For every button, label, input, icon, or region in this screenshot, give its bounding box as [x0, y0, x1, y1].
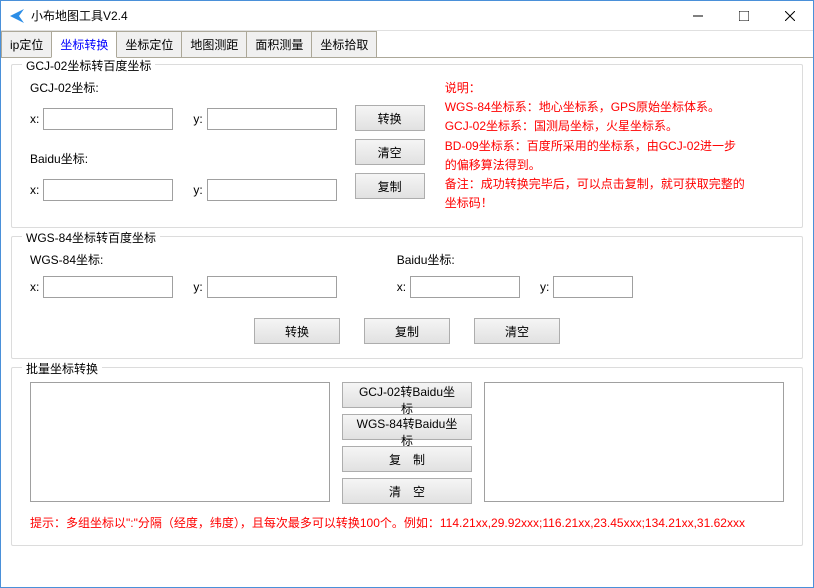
explain-note: 备注：成功转换完毕后，可以点击复制，就可获取完整的坐标码！ — [445, 175, 745, 213]
g1-copy-button[interactable]: 复制 — [355, 173, 425, 199]
g2-clear-button[interactable]: 清空 — [474, 318, 560, 344]
explain-wgs: WGS-84坐标系：地心坐标系，GPS原始坐标体系。 — [445, 98, 745, 117]
group-wgs-to-baidu: WGS-84坐标转百度坐标 WGS-84坐标: x: y: Baidu坐标: — [11, 236, 803, 359]
g2-convert-button[interactable]: 转换 — [254, 318, 340, 344]
group-gcj-to-baidu: GCJ-02坐标转百度坐标 GCJ-02坐标: x: y: Baidu坐标: x… — [11, 64, 803, 228]
minimize-button[interactable] — [675, 1, 721, 30]
close-button[interactable] — [767, 1, 813, 30]
explain-gcj: GCJ-02坐标系：国测局坐标，火星坐标系。 — [445, 117, 745, 136]
gcj-x-input[interactable] — [43, 108, 173, 130]
maximize-button[interactable] — [721, 1, 767, 30]
group-batch: 批量坐标转换 GCJ-02转Baidu坐标 WGS-84转Baidu坐标 复 制… — [11, 367, 803, 546]
g2-baidu-label: Baidu坐标: — [397, 251, 630, 268]
wgs-y-input[interactable] — [207, 276, 337, 298]
baidu-label: Baidu坐标: — [30, 150, 333, 167]
gcj-label: GCJ-02坐标: — [30, 79, 333, 96]
tab-coord-locate[interactable]: 坐标定位 — [116, 31, 182, 57]
batch-clear-button[interactable]: 清 空 — [342, 478, 472, 504]
g2-baidu-y-input[interactable] — [553, 276, 633, 298]
gcj-y-label: y: — [193, 112, 202, 126]
batch-wgs-button[interactable]: WGS-84转Baidu坐标 — [342, 414, 472, 440]
explain-panel: 说明： WGS-84坐标系：地心坐标系，GPS原始坐标体系。 GCJ-02坐标系… — [445, 79, 745, 213]
tab-bar: ip定位 坐标转换 坐标定位 地图测距 面积测量 坐标拾取 — [1, 31, 813, 58]
wgs-x-label: x: — [30, 280, 39, 294]
window-title: 小布地图工具V2.4 — [31, 7, 675, 24]
batch-output[interactable] — [484, 382, 784, 502]
baidu-y-input[interactable] — [207, 179, 337, 201]
g2-baidu-x-input[interactable] — [410, 276, 520, 298]
g1-convert-button[interactable]: 转换 — [355, 105, 425, 131]
tab-distance[interactable]: 地图测距 — [181, 31, 247, 57]
batch-hint: 提示：多组坐标以":"分隔（经度，纬度），且每次最多可以转换100个。例如：11… — [30, 514, 784, 531]
app-icon — [9, 8, 25, 24]
baidu-y-label: y: — [193, 183, 202, 197]
tab-coord-convert[interactable]: 坐标转换 — [51, 31, 117, 58]
group3-title: 批量坐标转换 — [22, 360, 102, 377]
baidu-x-input[interactable] — [43, 179, 173, 201]
baidu-x-label: x: — [30, 183, 39, 197]
gcj-y-input[interactable] — [207, 108, 337, 130]
tab-ip[interactable]: ip定位 — [1, 31, 52, 57]
wgs-label: WGS-84坐标: — [30, 251, 333, 268]
titlebar: 小布地图工具V2.4 — [1, 1, 813, 31]
explain-title: 说明： — [445, 79, 745, 98]
gcj-x-label: x: — [30, 112, 39, 126]
batch-gcj-button[interactable]: GCJ-02转Baidu坐标 — [342, 382, 472, 408]
g2-baidu-y-label: y: — [540, 280, 549, 294]
wgs-y-label: y: — [193, 280, 202, 294]
tab-pick[interactable]: 坐标拾取 — [311, 31, 377, 57]
batch-copy-button[interactable]: 复 制 — [342, 446, 472, 472]
group1-title: GCJ-02坐标转百度坐标 — [22, 58, 155, 74]
tab-area[interactable]: 面积测量 — [246, 31, 312, 57]
wgs-x-input[interactable] — [43, 276, 173, 298]
g2-baidu-x-label: x: — [397, 280, 406, 294]
g1-clear-button[interactable]: 清空 — [355, 139, 425, 165]
batch-input[interactable] — [30, 382, 330, 502]
explain-bd: BD-09坐标系：百度所采用的坐标系，由GCJ-02进一步的偏移算法得到。 — [445, 137, 745, 175]
g2-copy-button[interactable]: 复制 — [364, 318, 450, 344]
group2-title: WGS-84坐标转百度坐标 — [22, 229, 160, 246]
